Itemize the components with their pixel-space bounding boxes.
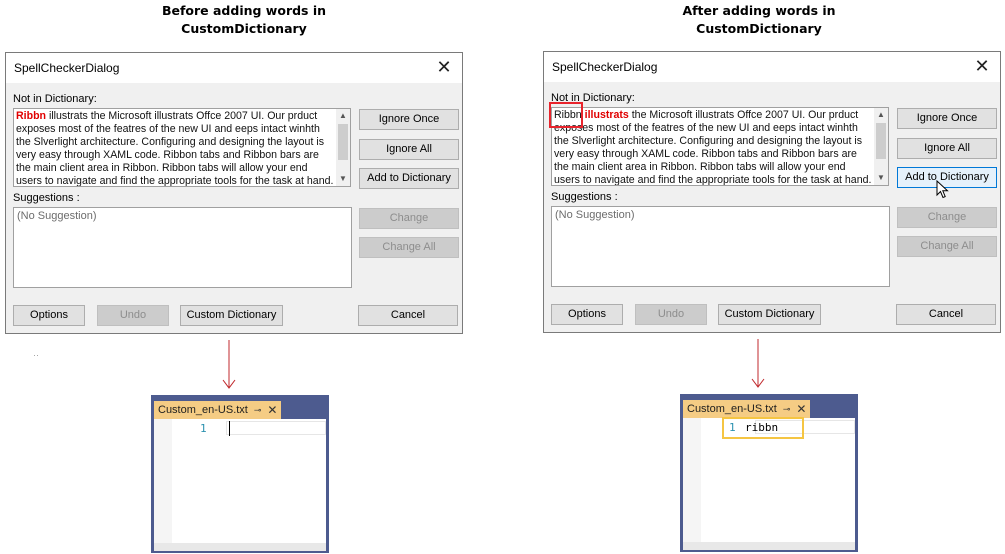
sentence-text: Ribbn illustrats the Microsoft illustrat… <box>16 110 334 187</box>
tab-close-icon[interactable]: ✕ <box>267 401 277 419</box>
editor-tab[interactable]: Custom_en-US.txt ⊸ ✕ <box>683 400 811 418</box>
dialog-title: SpellCheckerDialog <box>14 61 120 75</box>
suggestions-label: Suggestions : <box>551 191 618 203</box>
scroll-thumb[interactable] <box>876 123 886 159</box>
line-number: 1 <box>200 422 207 435</box>
text-caret <box>229 421 230 436</box>
after-caption-line1: After adding words in <box>682 3 836 18</box>
undo-button[interactable]: Undo <box>97 305 169 326</box>
editor-gutter <box>683 418 701 542</box>
after-caption-line2: CustomDictionary <box>696 21 822 36</box>
change-button[interactable]: Change <box>359 208 459 229</box>
change-button[interactable]: Change <box>897 207 997 228</box>
editor-body[interactable]: 1 <box>154 419 326 543</box>
not-in-dictionary-label: Not in Dictionary: <box>13 93 97 105</box>
ignore-once-button[interactable]: Ignore Once <box>897 108 997 129</box>
spellchecker-dialog-before: SpellCheckerDialog ✕ Not in Dictionary: … <box>5 52 463 334</box>
editor-hscrollbar[interactable] <box>154 543 326 551</box>
sentence-rest: illustrats the Microsoft illustrats Offc… <box>16 110 334 187</box>
undo-button[interactable]: Undo <box>635 304 707 325</box>
scroll-down-icon[interactable]: ▼ <box>874 171 888 185</box>
textbox-scrollbar[interactable]: ▲ ▼ <box>336 109 350 186</box>
suggestions-label: Suggestions : <box>13 192 80 204</box>
options-button[interactable]: Options <box>551 304 623 325</box>
scroll-down-icon[interactable]: ▼ <box>336 172 350 186</box>
stray-mark: ·· <box>33 350 39 360</box>
scroll-up-icon[interactable]: ▲ <box>874 108 888 122</box>
added-word-highlight <box>549 102 583 128</box>
change-all-button[interactable]: Change All <box>897 236 997 257</box>
not-in-dictionary-textbox[interactable]: Ribbn illustrats the Microsoft illustrat… <box>13 108 351 187</box>
before-caption: Before adding words in CustomDictionary <box>129 2 359 38</box>
add-to-dictionary-button[interactable]: Add to Dictionary <box>359 168 459 189</box>
textbox-scrollbar[interactable]: ▲ ▼ <box>874 108 888 185</box>
suggestions-list[interactable]: (No Suggestion) <box>13 207 352 288</box>
added-line-highlight <box>722 417 804 439</box>
dialog-title: SpellCheckerDialog <box>552 60 658 74</box>
cancel-button[interactable]: Cancel <box>358 305 458 326</box>
close-icon[interactable]: ✕ <box>972 56 992 76</box>
pin-icon[interactable]: ⊸ <box>254 401 262 419</box>
tab-name: Custom_en-US.txt <box>687 403 777 415</box>
sentence-text: Ribbn illustrats the Microsoft illustrat… <box>554 109 872 185</box>
after-caption: After adding words in CustomDictionary <box>644 2 874 38</box>
options-button[interactable]: Options <box>13 305 85 326</box>
ignore-all-button[interactable]: Ignore All <box>359 139 459 160</box>
not-in-dictionary-textbox[interactable]: Ribbn illustrats the Microsoft illustrat… <box>551 107 889 186</box>
dialog-titlebar: SpellCheckerDialog ✕ <box>6 53 462 83</box>
editor-tab[interactable]: Custom_en-US.txt ⊸ ✕ <box>154 401 282 419</box>
scroll-up-icon[interactable]: ▲ <box>336 109 350 123</box>
misspelled-word[interactable]: illustrats <box>585 109 629 121</box>
no-suggestion-text: (No Suggestion) <box>17 210 97 222</box>
close-icon[interactable]: ✕ <box>434 57 454 77</box>
editor-gutter <box>154 419 172 543</box>
suggestions-list[interactable]: (No Suggestion) <box>551 206 890 287</box>
cancel-button[interactable]: Cancel <box>896 304 996 325</box>
ignore-once-button[interactable]: Ignore Once <box>359 109 459 130</box>
scroll-thumb[interactable] <box>338 124 348 160</box>
down-arrow-icon <box>222 340 236 389</box>
no-suggestion-text: (No Suggestion) <box>555 209 635 221</box>
tab-name: Custom_en-US.txt <box>158 404 248 416</box>
custom-dictionary-button[interactable]: Custom Dictionary <box>180 305 283 326</box>
dialog-titlebar: SpellCheckerDialog ✕ <box>544 52 1000 82</box>
custom-dictionary-button[interactable]: Custom Dictionary <box>718 304 821 325</box>
before-caption-line2: CustomDictionary <box>181 21 307 36</box>
spellchecker-dialog-after: SpellCheckerDialog ✕ Not in Dictionary: … <box>543 51 1001 333</box>
current-line-highlight <box>226 421 326 435</box>
change-all-button[interactable]: Change All <box>359 237 459 258</box>
before-caption-line1: Before adding words in <box>161 3 327 18</box>
editor-before: Custom_en-US.txt ⊸ ✕ 1 <box>151 395 329 553</box>
down-arrow-icon <box>751 339 765 388</box>
mouse-cursor-icon <box>936 180 949 199</box>
ignore-all-button[interactable]: Ignore All <box>897 138 997 159</box>
pin-icon[interactable]: ⊸ <box>783 400 791 418</box>
editor-hscrollbar[interactable] <box>683 542 855 550</box>
misspelled-word[interactable]: Ribbn <box>16 110 46 122</box>
editor-after: Custom_en-US.txt ⊸ ✕ 1 ribbn <box>680 394 858 552</box>
tab-close-icon[interactable]: ✕ <box>796 400 806 418</box>
